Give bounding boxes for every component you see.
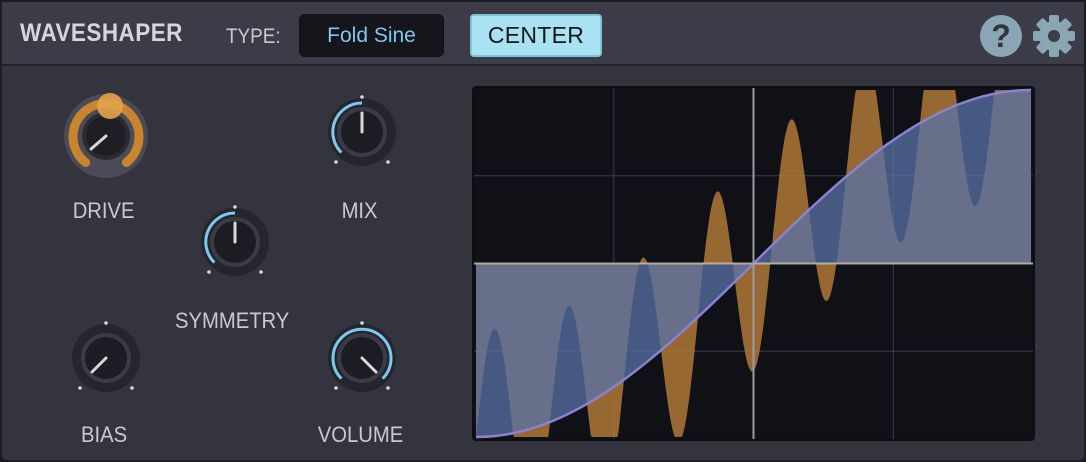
bias-label: BIAS xyxy=(80,422,128,447)
type-selector-value: Fold Sine xyxy=(327,23,416,47)
bias-knob[interactable] xyxy=(68,320,144,396)
type-selector[interactable]: Fold Sine xyxy=(299,14,444,57)
drive-knob[interactable] xyxy=(60,90,152,182)
volume-knob[interactable] xyxy=(324,320,400,396)
gear-icon[interactable] xyxy=(1032,14,1076,58)
drive-label: DRIVE xyxy=(73,198,135,223)
volume-label: VOLUME xyxy=(317,422,403,447)
waveshape-graph xyxy=(474,88,1033,439)
type-label: TYPE: xyxy=(226,25,281,48)
question-circle-icon[interactable]: ? xyxy=(980,15,1022,57)
symmetry-knob[interactable] xyxy=(197,204,273,280)
center-button-label: CENTER xyxy=(487,22,585,48)
mix-label: MIX xyxy=(342,198,378,223)
module-title: WAVESHAPER xyxy=(20,19,183,47)
waveshape-display[interactable] xyxy=(472,86,1035,441)
center-button[interactable]: CENTER xyxy=(470,14,602,57)
mix-knob[interactable] xyxy=(324,94,400,170)
waveshaper-panel: WAVESHAPER TYPE: Fold Sine CENTER ? DRIV… xyxy=(0,0,1086,462)
symmetry-label: SYMMETRY xyxy=(174,308,290,333)
header-bar: WAVESHAPER TYPE: Fold Sine CENTER ? xyxy=(2,2,1084,66)
